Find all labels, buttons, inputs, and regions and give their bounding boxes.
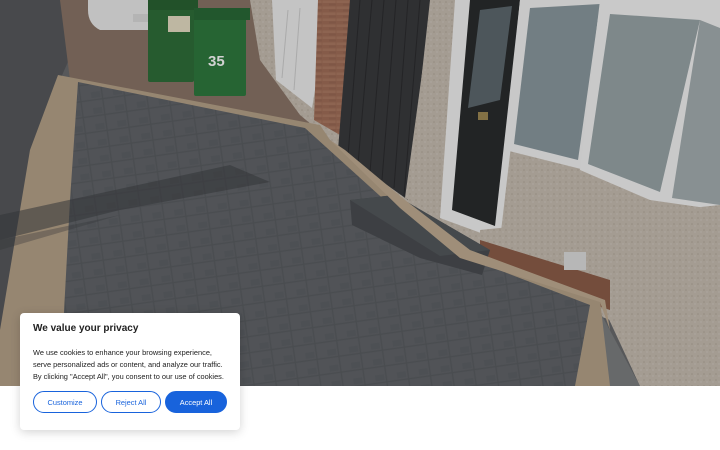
cookie-actions: Customize Reject All Accept All <box>33 391 227 413</box>
customize-button[interactable]: Customize <box>33 391 97 413</box>
cookie-consent-banner: We value your privacy We use cookies to … <box>20 313 240 430</box>
bin-number: 35 <box>208 53 225 70</box>
reject-all-button[interactable]: Reject All <box>101 391 161 413</box>
cookie-title: We value your privacy <box>33 323 139 334</box>
accept-all-button[interactable]: Accept All <box>165 391 227 413</box>
cookie-description: We use cookies to enhance your browsing … <box>33 348 224 381</box>
page: 35 We value your privacy We use cookies … <box>0 0 720 450</box>
